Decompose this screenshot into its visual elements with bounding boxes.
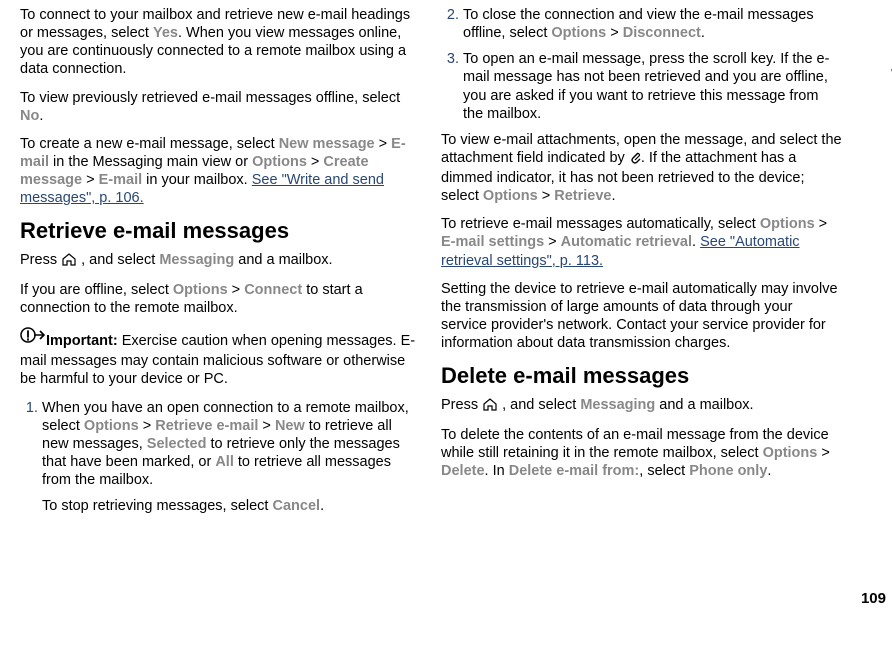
important-note: Important: Exercise caution when opening… (20, 327, 421, 388)
para: To connect to your mailbox and retrieve … (20, 6, 421, 79)
important-label: Important: (46, 333, 122, 349)
right-column: To close the connection and view the e-m… (431, 6, 852, 645)
ui-no: No (20, 108, 39, 124)
para: If you are offline, select Options > Con… (20, 281, 421, 317)
page-content: To connect to your mailbox and retrieve … (0, 0, 860, 651)
heading-retrieve: Retrieve e-mail messages (20, 217, 421, 245)
home-key-icon (61, 252, 77, 271)
page-number: 109 (861, 590, 886, 609)
para: To view previously retrieved e-mail mess… (20, 89, 421, 125)
steps-left: When you have an open connection to a re… (20, 399, 421, 516)
para: Setting the device to retrieve e-mail au… (441, 280, 842, 353)
left-column: To connect to your mailbox and retrieve … (10, 6, 431, 645)
home-key-icon (482, 397, 498, 416)
step-2: To close the connection and view the e-m… (463, 6, 842, 42)
heading-delete: Delete e-mail messages (441, 362, 842, 390)
ui-yes: Yes (153, 25, 178, 41)
step-1: When you have an open connection to a re… (42, 399, 421, 516)
para: To delete the contents of an e-mail mess… (441, 426, 842, 480)
section-label: Messaging (888, 46, 892, 137)
para: Press , and select Messaging and a mailb… (20, 251, 421, 271)
step-3: To open an e-mail message, press the scr… (463, 50, 842, 123)
steps-right: To close the connection and view the e-m… (441, 6, 842, 123)
para: To view e-mail attachments, open the mes… (441, 131, 842, 206)
page-sidebar: Messaging 109 (864, 0, 892, 651)
para: To create a new e-mail message, select N… (20, 135, 421, 208)
attachment-icon (629, 150, 641, 169)
important-icon (20, 327, 46, 352)
para: Press , and select Messaging and a mailb… (441, 396, 842, 416)
para: To retrieve e-mail messages automaticall… (441, 215, 842, 269)
